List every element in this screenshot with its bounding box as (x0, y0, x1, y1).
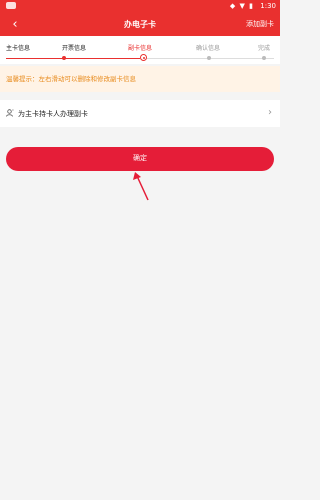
add-secondary-card-label: 为主卡持卡人办理副卡 (18, 110, 88, 118)
chevron-right-icon: › (268, 107, 272, 118)
person-icon (6, 109, 14, 117)
page-title: 办电子卡 (124, 20, 156, 29)
tip-banner: 温馨提示：左右滑动可以删除和修改副卡信息 (0, 66, 280, 92)
progress-line-done (6, 58, 140, 59)
step-dot-5 (262, 56, 266, 60)
add-secondary-card-button[interactable]: 添加副卡 (246, 19, 274, 29)
step-4: 确认信息 (196, 45, 221, 52)
step-dot-1 (62, 56, 66, 60)
annotation-arrow-icon (133, 172, 149, 201)
step-3: 副卡信息 (128, 45, 153, 52)
step-dot-4 (207, 56, 211, 60)
step-dot-current (140, 54, 147, 61)
app-notification-icon (6, 2, 16, 9)
step-1: 主卡信息 (6, 45, 31, 52)
status-time: 1:30 (260, 2, 276, 10)
add-secondary-card-row[interactable]: 为主卡持卡人办理副卡 › (0, 100, 280, 127)
page: ◆ ▼ ▮ 1:30 ‹ 办电子卡 添加副卡 主卡信息 开票信息 副卡信息 确认… (0, 0, 280, 500)
step-5: 完成 (258, 45, 271, 52)
status-icons: ◆ ▼ ▮ (229, 2, 254, 10)
progress-steps: 主卡信息 开票信息 副卡信息 确认信息 完成 (0, 36, 280, 64)
status-bar: ◆ ▼ ▮ 1:30 (0, 0, 280, 14)
step-2: 开票信息 (62, 45, 87, 52)
header: ‹ 办电子卡 添加副卡 (0, 14, 280, 36)
